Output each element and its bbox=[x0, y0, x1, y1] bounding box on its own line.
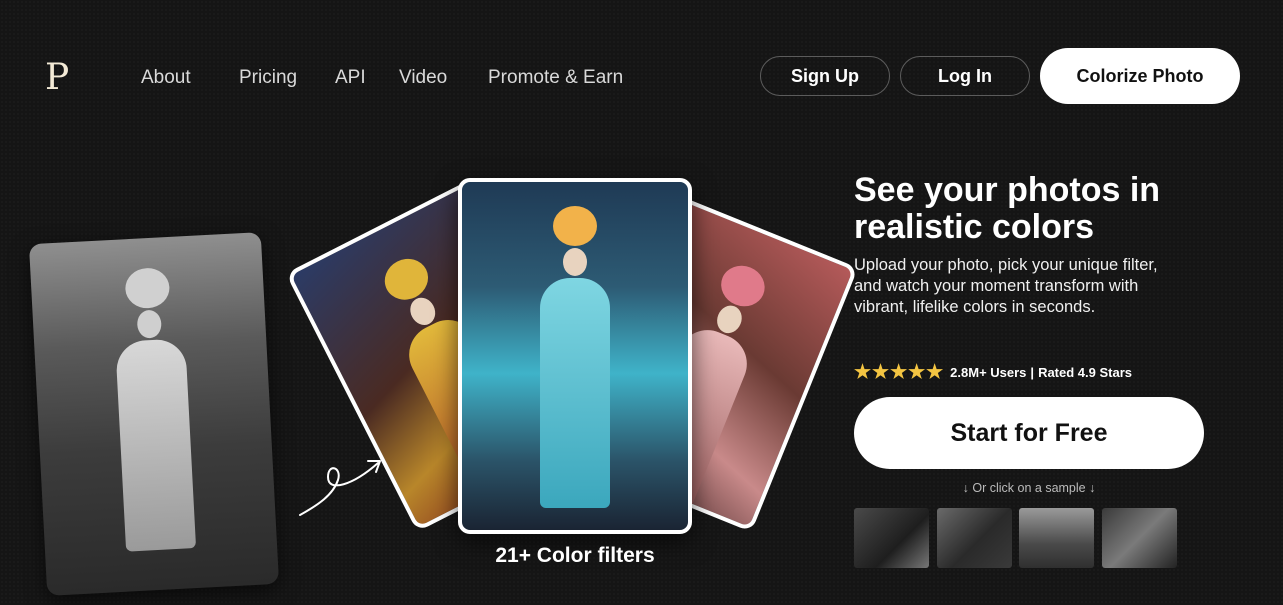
curly-arrow-icon bbox=[299, 460, 381, 516]
sample-thumbnail-3[interactable] bbox=[1019, 508, 1094, 568]
hero-title: See your photos in realistic colors bbox=[854, 171, 1161, 246]
bw-figure bbox=[111, 266, 197, 552]
sample-hint: ↓ Or click on a sample ↓ bbox=[962, 481, 1096, 495]
rating-separator: | bbox=[1030, 365, 1035, 380]
rating-score: Rated 4.9 Stars bbox=[1038, 365, 1132, 380]
headdress bbox=[553, 206, 597, 246]
rating-users: 2.8M+ Users bbox=[950, 365, 1027, 380]
sample-thumbnail-2[interactable] bbox=[937, 508, 1012, 568]
color-filters-label: 21+ Color filters bbox=[495, 544, 655, 567]
logo[interactable]: P bbox=[45, 58, 69, 98]
bw-original-photo bbox=[28, 232, 280, 596]
center-figure bbox=[540, 206, 610, 508]
nav-about[interactable]: About bbox=[141, 66, 191, 90]
nav-video[interactable]: Video bbox=[399, 66, 447, 90]
star-rating-icon: ★★★★★ bbox=[854, 362, 945, 383]
dress bbox=[540, 278, 610, 508]
nav-promote-earn[interactable]: Promote & Earn bbox=[488, 66, 623, 90]
sample-thumbnail-1[interactable] bbox=[854, 508, 929, 568]
face bbox=[563, 248, 587, 276]
headdress bbox=[715, 259, 771, 313]
dress bbox=[115, 338, 197, 552]
headdress bbox=[124, 267, 171, 310]
colorized-photo-center bbox=[458, 178, 692, 534]
nav-api[interactable]: API bbox=[335, 66, 366, 90]
face bbox=[136, 309, 163, 339]
sign-up-button[interactable]: Sign Up bbox=[760, 56, 890, 96]
start-for-free-button[interactable]: Start for Free bbox=[854, 397, 1204, 469]
colorize-photo-button[interactable]: Colorize Photo bbox=[1040, 48, 1240, 104]
log-in-button[interactable]: Log In bbox=[900, 56, 1030, 96]
nav-pricing[interactable]: Pricing bbox=[239, 66, 297, 90]
sample-thumbnail-4[interactable] bbox=[1102, 508, 1177, 568]
rating-row: ★★★★★ 2.8M+ Users | Rated 4.9 Stars bbox=[854, 361, 1132, 384]
hero-subtitle: Upload your photo, pick your unique filt… bbox=[854, 256, 1158, 316]
